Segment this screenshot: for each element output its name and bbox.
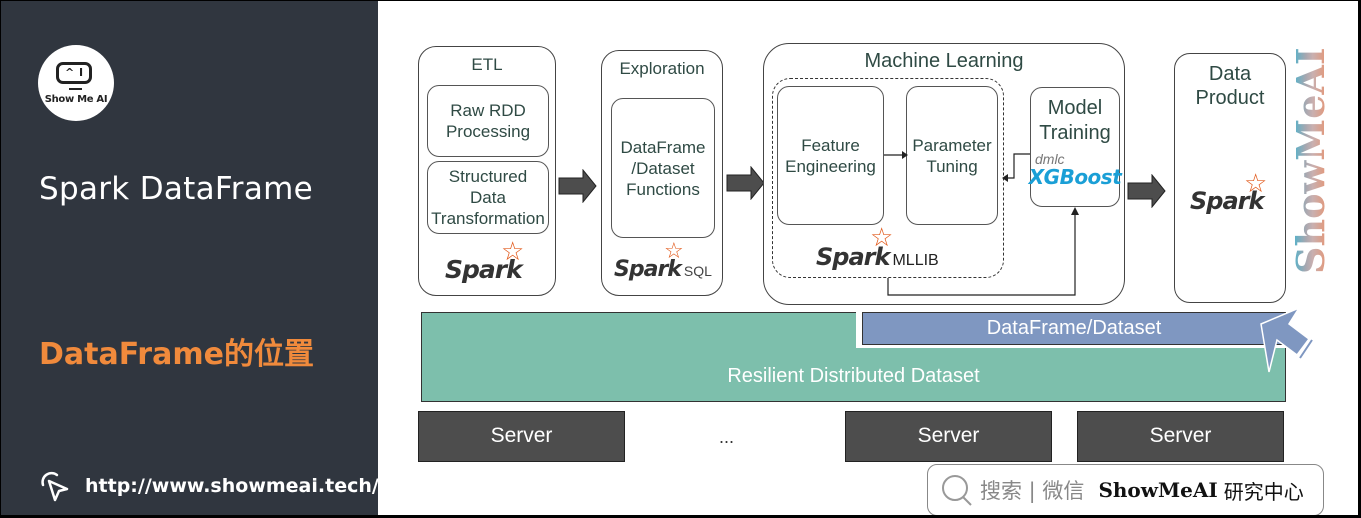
spark-sql-logo: Spark SQL ☆ bbox=[614, 239, 712, 282]
dataframe-label: DataFrame/Dataset bbox=[862, 312, 1286, 345]
etl-stage: ETL Raw RDD Processing Structured Data T… bbox=[418, 46, 556, 296]
search-brand: ShowMeAI bbox=[1098, 478, 1218, 502]
svg-text:ShowMeAI: ShowMeAI bbox=[1291, 47, 1331, 274]
raw-rdd-processing: Raw RDD Processing bbox=[427, 85, 549, 157]
rdd-label: Resilient Distributed Dataset bbox=[727, 365, 980, 387]
server-node: Server bbox=[1077, 411, 1284, 462]
arrowhead bbox=[1071, 207, 1079, 215]
ml-header: Machine Learning bbox=[864, 50, 1024, 72]
dataframe-dataset-functions: DataFrame /Dataset Functions bbox=[611, 98, 715, 238]
ml-connectors bbox=[884, 151, 1079, 296]
wechat-search-banner[interactable]: 搜索 | 微信 ShowMeAI 研究中心 bbox=[927, 464, 1324, 515]
arrowhead bbox=[902, 151, 908, 159]
spark-star-icon: ☆ bbox=[501, 237, 524, 267]
search-prompt: 搜索 | 微信 bbox=[980, 479, 1085, 503]
website-url[interactable]: http://www.showmeai.tech/ bbox=[85, 475, 379, 497]
logo-stand bbox=[69, 88, 82, 90]
exploration-stage: Exploration DataFrame /Dataset Functions… bbox=[601, 50, 723, 296]
training-to-tuning-line bbox=[1006, 153, 1030, 179]
server-node: Server bbox=[845, 411, 1052, 462]
etl-header: ETL bbox=[471, 55, 503, 74]
slide-subtitle: DataFrame的位置 bbox=[39, 337, 314, 372]
exploration-header: Exploration bbox=[619, 59, 705, 78]
logo-text: Show Me AI bbox=[44, 94, 108, 105]
spark-logo: Spark ☆ bbox=[1190, 169, 1267, 215]
spark-logo: Spark ☆ bbox=[445, 237, 524, 284]
slide: ^ I Show Me AI Spark DataFrame DataFrame… bbox=[1, 1, 1358, 515]
arrowhead bbox=[1002, 174, 1008, 182]
flow-arrow bbox=[1127, 174, 1166, 208]
server-node: Server bbox=[418, 411, 625, 462]
spark-star-icon: ☆ bbox=[1244, 169, 1267, 199]
dataframe-layer: DataFrame/Dataset bbox=[856, 312, 1286, 348]
structured-data-transformation: Structured Data Transformation bbox=[427, 161, 549, 234]
mllib-to-training-line bbox=[887, 213, 1076, 296]
ellipsis: ... bbox=[719, 427, 735, 447]
search-suffix: 研究中心 bbox=[1223, 479, 1304, 504]
showmeai-watermark: ShowMeAI bbox=[1291, 47, 1331, 274]
search-icon bbox=[942, 475, 972, 506]
flow-arrow bbox=[726, 166, 765, 200]
data-product-stage: Data Product Spark ☆ bbox=[1174, 53, 1286, 303]
spark-star-icon: ☆ bbox=[664, 239, 684, 264]
showmeai-logo: ^ I Show Me AI bbox=[38, 45, 114, 121]
highlight-pointer-icon bbox=[1260, 306, 1313, 373]
robot-screen-icon: ^ I bbox=[56, 62, 92, 84]
slide-title: Spark DataFrame bbox=[39, 171, 314, 207]
flow-arrow bbox=[558, 169, 597, 203]
website-link[interactable]: http://www.showmeai.tech/ bbox=[37, 469, 379, 503]
sidebar-panel: ^ I Show Me AI Spark DataFrame DataFrame… bbox=[1, 1, 379, 515]
cursor-click-icon bbox=[41, 471, 69, 502]
data-product-header: Data Product bbox=[1195, 63, 1265, 109]
